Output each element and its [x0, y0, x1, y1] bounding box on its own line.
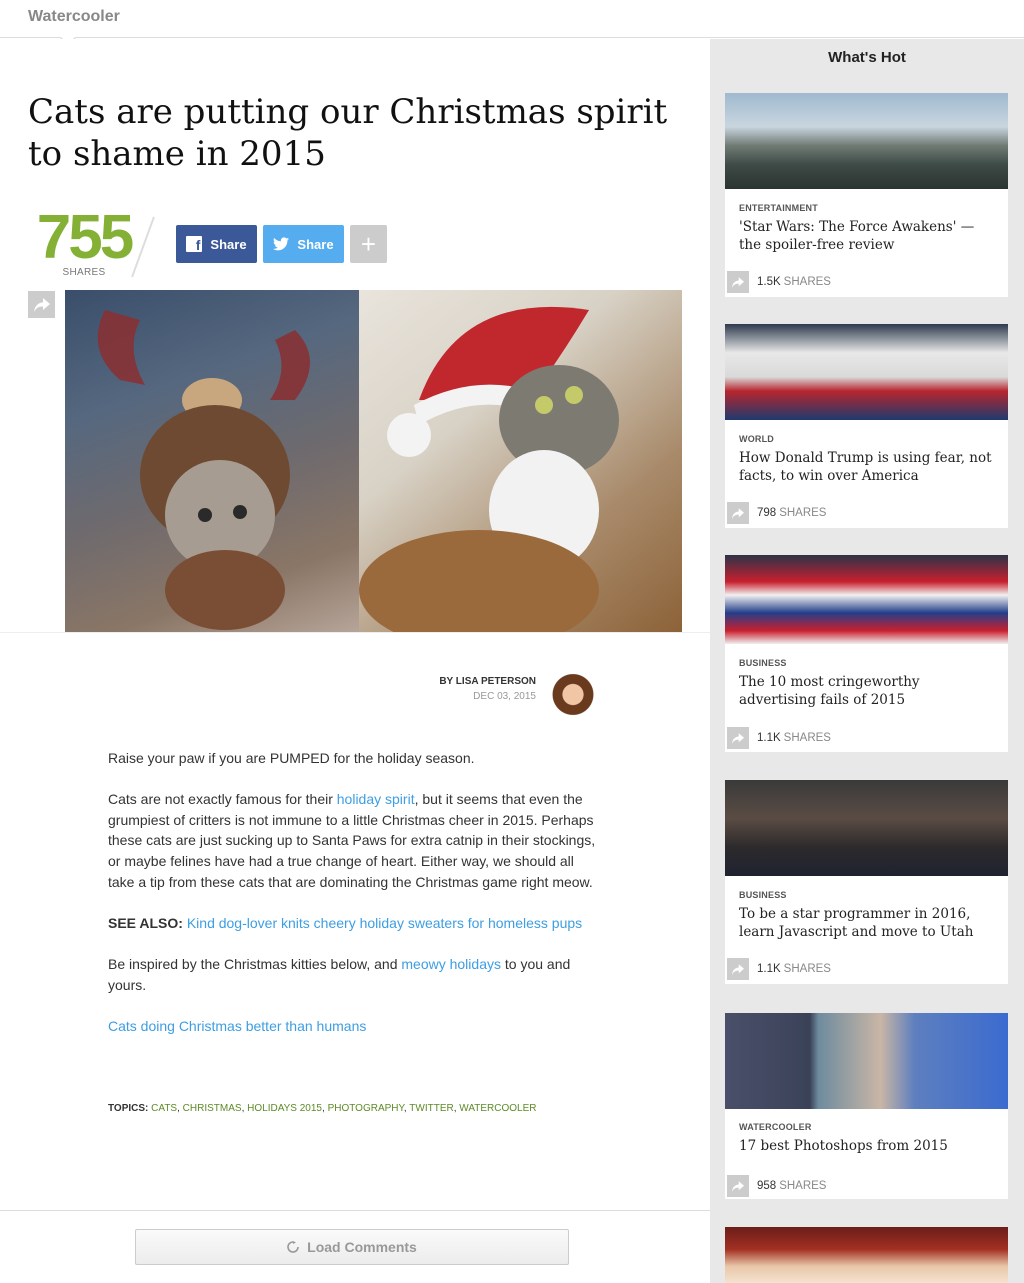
see-also-link[interactable]: Kind dog-lover knits cheery holiday swea… [187, 915, 582, 931]
story-thumbnail[interactable] [725, 93, 1008, 189]
facebook-icon: f [186, 236, 203, 253]
hot-story-card[interactable]: WORLD How Donald Trump is using fear, no… [725, 324, 1008, 528]
whats-hot-sidebar: What's Hot ENTERTAINMENT 'Star Wars: The… [710, 39, 1024, 1283]
story-shares-label: SHARES [779, 1180, 827, 1192]
story-category[interactable]: WATERCOOLER [739, 1122, 812, 1132]
twitter-share-button[interactable]: Share [263, 225, 344, 263]
more-share-button[interactable]: + [350, 225, 387, 263]
author-name[interactable]: BY LISA PETERSON [380, 676, 536, 687]
twitter-share-label: Share [297, 236, 334, 252]
story-shares: 1.5K SHARES [725, 271, 831, 293]
hot-story-card[interactable]: BUSINESS To be a star programmer in 2016… [725, 780, 1008, 984]
story-category[interactable]: WORLD [739, 434, 774, 444]
byline: BY LISA PETERSON DEC 03, 2015 [380, 676, 536, 702]
story-share-count: 798 [757, 507, 777, 519]
topic-link[interactable]: CATS [151, 1103, 177, 1114]
load-comments-label: Load Comments [307, 1239, 417, 1255]
story-shares-label: SHARES [779, 507, 827, 519]
story-thumbnail[interactable] [725, 780, 1008, 876]
share-arrow-icon[interactable] [727, 502, 749, 524]
facebook-share-button[interactable]: f Share [176, 225, 257, 263]
article-body: Raise your paw if you are PUMPED for the… [108, 748, 596, 1057]
load-comments-button[interactable]: Load Comments [135, 1229, 569, 1265]
story-category[interactable]: BUSINESS [739, 658, 787, 668]
story-share-count: 1.1K [757, 963, 781, 975]
hot-story-card[interactable] [725, 1227, 1008, 1283]
topic-link[interactable]: HOLIDAYS 2015 [247, 1103, 322, 1114]
share-arrow-button[interactable] [28, 291, 55, 318]
story-title[interactable]: How Donald Trump is using fear, not fact… [739, 449, 997, 485]
section-title[interactable]: Watercooler [28, 8, 120, 26]
story-title[interactable]: The 10 most cringeworthy advertising fai… [739, 673, 997, 709]
topics-label: TOPICS: [108, 1103, 149, 1114]
share-arrow-icon[interactable] [727, 727, 749, 749]
topic-link[interactable]: PHOTOGRAPHY [328, 1103, 404, 1114]
share-arrow-icon[interactable] [727, 1175, 749, 1197]
share-arrow-icon[interactable] [727, 958, 749, 980]
cats-doing-christmas-link[interactable]: Cats doing Christmas better than humans [108, 1018, 366, 1034]
story-share-count: 958 [757, 1180, 777, 1192]
topic-link[interactable]: WATERCOOLER [459, 1103, 536, 1114]
hero-image [65, 290, 682, 633]
hot-story-card[interactable]: ENTERTAINMENT 'Star Wars: The Force Awak… [725, 93, 1008, 297]
paragraph: Raise your paw if you are PUMPED for the… [108, 750, 475, 766]
story-shares-label: SHARES [783, 276, 831, 288]
facebook-share-label: Share [210, 236, 247, 252]
hot-story-card[interactable]: BUSINESS The 10 most cringeworthy advert… [725, 555, 1008, 752]
share-count-number: 755 [36, 203, 134, 272]
story-title[interactable]: 'Star Wars: The Force Awakens' — the spo… [739, 218, 997, 254]
story-share-count: 1.5K [757, 276, 781, 288]
topics: TOPICS: CATS, CHRISTMAS, HOLIDAYS 2015, … [108, 1103, 537, 1114]
topic-link[interactable]: TWITTER [409, 1103, 453, 1114]
topic-link[interactable]: CHRISTMAS [183, 1103, 242, 1114]
sidebar-title: What's Hot [828, 49, 906, 66]
story-title[interactable]: 17 best Photoshops from 2015 [739, 1137, 997, 1155]
author-avatar[interactable] [549, 672, 597, 722]
share-count: 755 SHARES [28, 203, 140, 279]
paragraph: Be inspired by the Christmas kitties bel… [108, 955, 571, 993]
story-category[interactable]: BUSINESS [739, 890, 787, 900]
story-thumbnail[interactable] [725, 555, 1008, 644]
story-shares: 958 SHARES [725, 1175, 826, 1197]
top-bar: Watercooler [0, 0, 1024, 46]
paragraph: Cats doing Christmas better than humans [108, 1016, 596, 1037]
story-shares: 1.1K SHARES [725, 727, 831, 749]
see-also: SEE ALSO: Kind dog-lover knits cheery ho… [108, 913, 596, 934]
share-arrow-icon [33, 297, 50, 312]
twitter-icon [273, 237, 290, 251]
see-also-label: SEE ALSO: [108, 914, 183, 931]
holiday-spirit-link[interactable]: holiday spirit [337, 791, 415, 807]
story-title[interactable]: To be a star programmer in 2016, learn J… [739, 905, 997, 941]
paragraph: Cats are not exactly famous for their ho… [108, 791, 596, 890]
share-arrow-icon[interactable] [727, 271, 749, 293]
hero-image-santa-cat [359, 290, 682, 633]
refresh-icon [287, 1241, 299, 1253]
story-shares: 1.1K SHARES [725, 958, 831, 980]
hero-image-reindeer-cat [65, 290, 359, 633]
main-column: Cats are putting our Christmas spirit to… [0, 39, 710, 1283]
story-category[interactable]: ENTERTAINMENT [739, 203, 818, 213]
publish-date: DEC 03, 2015 [473, 691, 536, 702]
story-thumbnail[interactable] [725, 1227, 1008, 1283]
article-headline: Cats are putting our Christmas spirit to… [28, 92, 668, 174]
meowy-holidays-link[interactable]: meowy holidays [401, 956, 501, 972]
story-share-count: 1.1K [757, 732, 781, 744]
comments-divider [0, 1210, 710, 1211]
story-thumbnail[interactable] [725, 1013, 1008, 1109]
hot-story-card[interactable]: WATERCOOLER 17 best Photoshops from 2015… [725, 1013, 1008, 1199]
story-thumbnail[interactable] [725, 324, 1008, 420]
story-shares-label: SHARES [783, 963, 831, 975]
story-shares: 798 SHARES [725, 502, 826, 524]
story-shares-label: SHARES [783, 732, 831, 744]
